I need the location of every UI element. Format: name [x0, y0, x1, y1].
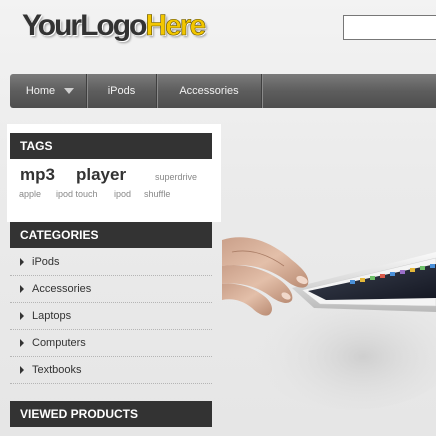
tablet-hand-illustration	[222, 237, 436, 410]
tag-link[interactable]: ipod	[114, 189, 131, 199]
chevron-down-icon	[64, 88, 75, 94]
chevron-right-icon	[20, 339, 24, 347]
categories-heading: CATEGORIES	[10, 222, 212, 248]
nav-item-ipods[interactable]: iPods	[87, 74, 157, 108]
tag-link[interactable]: player	[76, 165, 126, 185]
category-label: Accessories	[32, 283, 92, 295]
viewed-products-heading: VIEWED PRODUCTS	[10, 401, 212, 427]
categories-list: iPods Accessories Laptops Computers Text…	[10, 249, 212, 384]
category-label: iPods	[32, 256, 60, 268]
main-nav: Home iPods Accessories	[10, 74, 436, 108]
hero-banner-image	[222, 200, 436, 436]
logo-text-part1: YourLogo	[22, 9, 147, 42]
category-item-textbooks[interactable]: Textbooks	[10, 357, 212, 384]
category-item-accessories[interactable]: Accessories	[10, 276, 212, 303]
tag-link[interactable]: superdrive	[155, 172, 197, 182]
chevron-right-icon	[20, 258, 24, 266]
chevron-right-icon	[20, 366, 24, 374]
nav-item-label: Home	[25, 85, 56, 97]
nav-item-label: iPods	[107, 85, 136, 97]
tag-link[interactable]: mp3	[20, 165, 55, 185]
nav-item-home[interactable]: Home	[10, 74, 87, 108]
category-label: Laptops	[32, 310, 72, 322]
tag-link[interactable]: ipod touch	[56, 189, 98, 199]
nav-item-accessories[interactable]: Accessories	[157, 74, 262, 108]
tags-heading: TAGS	[10, 133, 212, 159]
category-item-computers[interactable]: Computers	[10, 330, 212, 357]
tag-link[interactable]: apple	[19, 189, 41, 199]
logo-text-part2: Here	[145, 9, 206, 43]
chevron-right-icon	[20, 285, 24, 293]
tag-link[interactable]: shuffle	[144, 189, 170, 199]
category-label: Textbooks	[32, 364, 82, 376]
category-item-ipods[interactable]: iPods	[10, 249, 212, 276]
category-item-laptops[interactable]: Laptops	[10, 303, 212, 330]
search-input[interactable]	[343, 15, 436, 40]
category-label: Computers	[32, 337, 86, 349]
nav-item-label: Accessories	[179, 85, 239, 97]
chevron-right-icon	[20, 312, 24, 320]
site-logo[interactable]: YourLogoHere	[22, 8, 206, 44]
